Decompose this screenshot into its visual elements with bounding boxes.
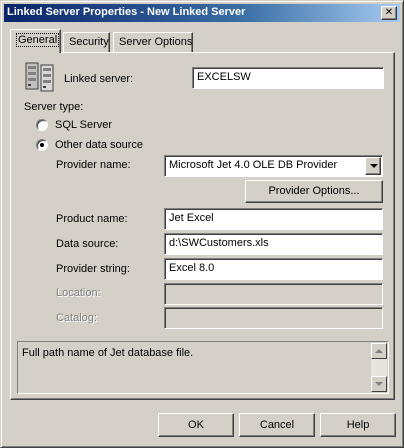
- tab-server-options[interactable]: Server Options: [113, 32, 193, 52]
- tab-security-label: Security: [69, 36, 109, 48]
- linked-server-input[interactable]: EXCELSW: [192, 67, 384, 89]
- scroll-down-button[interactable]: [371, 376, 387, 392]
- sql-server-radio[interactable]: [36, 119, 48, 131]
- provider-string-input[interactable]: Excel 8.0: [164, 258, 383, 280]
- dialog-window: Linked Server Properties - New Linked Se…: [0, 0, 404, 448]
- window-title: Linked Server Properties - New Linked Se…: [7, 6, 246, 18]
- provider-string-label: Provider string:: [56, 263, 130, 275]
- catalog-label: Catalog:: [56, 312, 97, 324]
- other-data-source-label[interactable]: Other data source: [55, 139, 143, 151]
- server-type-label: Server type:: [24, 101, 84, 113]
- provider-dropdown-button[interactable]: [365, 157, 381, 175]
- location-label: Location:: [56, 287, 101, 299]
- cancel-button[interactable]: Cancel: [239, 413, 315, 437]
- description-text: Full path name of Jet database file.: [22, 347, 194, 359]
- linked-server-label: Linked server:: [64, 73, 134, 85]
- title-bar[interactable]: Linked Server Properties - New Linked Se…: [4, 4, 400, 22]
- help-button[interactable]: Help: [320, 413, 396, 437]
- radio-selected-dot: [40, 143, 44, 147]
- server-stack-icon: [25, 62, 54, 92]
- arrow-up-icon: [375, 349, 383, 353]
- data-source-input[interactable]: d:\SWCustomers.xls: [164, 233, 383, 255]
- provider-name-value: Microsoft Jet 4.0 OLE DB Provider: [169, 159, 338, 171]
- ok-button[interactable]: OK: [158, 413, 234, 437]
- description-scrollbar[interactable]: [371, 343, 387, 392]
- description-box: Full path name of Jet database file.: [17, 341, 389, 394]
- sql-server-label[interactable]: SQL Server: [55, 119, 112, 131]
- data-source-label: Data source:: [56, 238, 119, 250]
- arrow-down-icon: [375, 382, 383, 386]
- chevron-down-icon: [370, 164, 378, 168]
- product-name-label: Product name:: [56, 213, 128, 225]
- catalog-input: [164, 307, 383, 329]
- tab-general[interactable]: General: [10, 29, 61, 53]
- tab-general-label: General: [16, 33, 60, 47]
- tab-server-options-label: Server Options: [119, 36, 193, 48]
- general-panel: Linked server: EXCELSW Server type: SQL …: [10, 52, 395, 400]
- scroll-up-button[interactable]: [371, 343, 387, 359]
- provider-options-button[interactable]: Provider Options...: [245, 180, 383, 203]
- location-input: [164, 283, 383, 305]
- other-data-source-radio[interactable]: [36, 139, 48, 151]
- tab-security[interactable]: Security: [63, 32, 110, 52]
- provider-name-select[interactable]: Microsoft Jet 4.0 OLE DB Provider: [164, 155, 383, 177]
- close-button[interactable]: ✕: [381, 6, 397, 20]
- provider-name-label: Provider name:: [56, 159, 131, 171]
- product-name-input[interactable]: Jet Excel: [164, 208, 383, 230]
